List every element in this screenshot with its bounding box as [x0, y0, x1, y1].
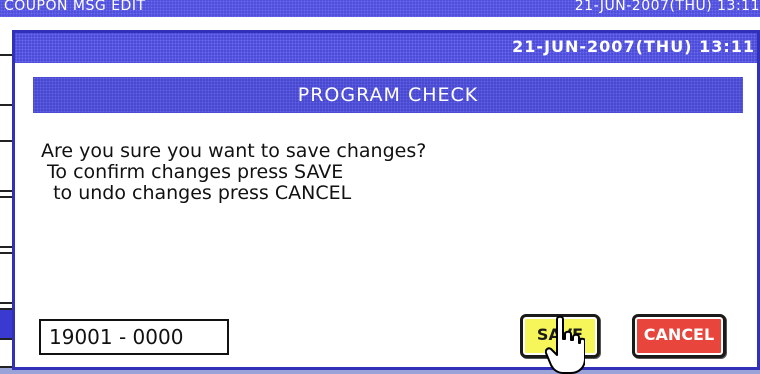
dialog-datetime: 21-JUN-2007(THU) 13:11: [512, 37, 755, 56]
hand-pointer-icon: [545, 315, 585, 374]
dialog-header: PROGRAM CHECK: [33, 77, 743, 113]
background-titlebar: COUPON MSG EDIT 21-JUN-2007(THU) 13:11: [0, 0, 760, 17]
background-datetime: 21-JUN-2007(THU) 13:11: [574, 0, 760, 14]
confirm-message: Are you sure you want to save changes? T…: [41, 140, 427, 204]
program-check-dialog: 21-JUN-2007(THU) 13:11 PROGRAM CHECK Are…: [12, 30, 760, 370]
record-code-field: 19001 - 0000: [39, 319, 229, 355]
background-title: COUPON MSG EDIT: [4, 0, 146, 14]
cancel-button[interactable]: CANCEL: [632, 314, 726, 358]
dialog-titlebar: 21-JUN-2007(THU) 13:11: [15, 33, 757, 63]
